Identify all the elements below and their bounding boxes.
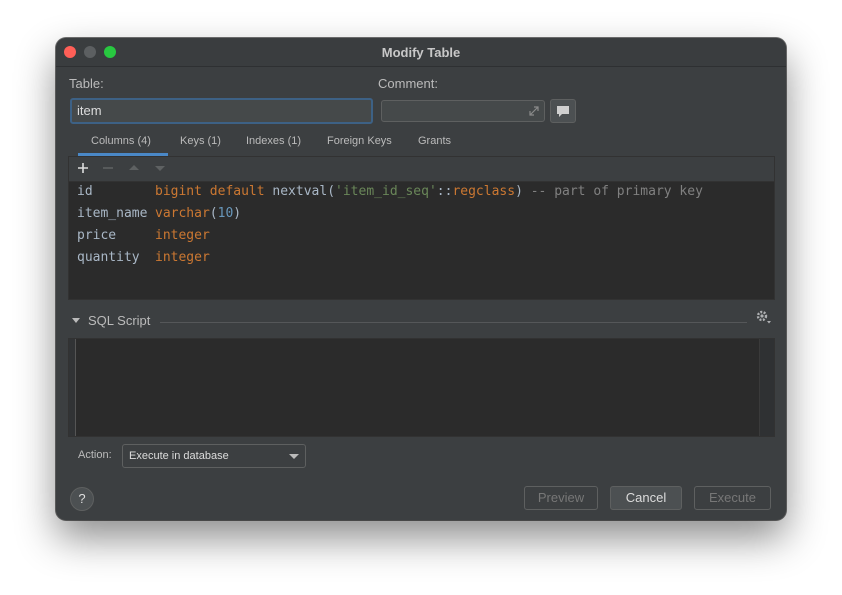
sql-script-section-header[interactable]: SQL Script bbox=[68, 309, 773, 331]
arrow-up-icon[interactable] bbox=[127, 159, 141, 182]
vertical-scrollbar[interactable] bbox=[759, 339, 774, 436]
column-type: bigint default bbox=[155, 184, 265, 199]
column-row[interactable]: item_name varchar(10) bbox=[77, 206, 241, 226]
modify-table-dialog: Modify Table Table: item Comment: Column… bbox=[56, 38, 786, 520]
cast-operator: :: bbox=[436, 184, 453, 199]
column-type: integer bbox=[155, 250, 210, 265]
tab-keys[interactable]: Keys (1) bbox=[180, 135, 221, 147]
column-name: quantity bbox=[77, 250, 140, 265]
column-row[interactable]: id bigint default nextval('item_id_seq'::… bbox=[77, 184, 703, 204]
title-bar[interactable]: Modify Table bbox=[56, 38, 786, 67]
execute-button[interactable]: Execute bbox=[694, 486, 771, 510]
dialog-title: Modify Table bbox=[381, 45, 461, 60]
action-label: Action: bbox=[78, 449, 112, 461]
section-divider bbox=[160, 322, 747, 323]
plus-icon[interactable] bbox=[76, 159, 90, 182]
column-name: item_name bbox=[77, 206, 148, 221]
column-comment: -- part of primary key bbox=[530, 184, 703, 199]
table-name-input[interactable]: item bbox=[70, 98, 373, 124]
column-name: id bbox=[77, 184, 93, 199]
gear-icon[interactable] bbox=[755, 309, 773, 329]
type-length: 10 bbox=[217, 206, 234, 221]
string-literal: 'item_id_seq' bbox=[335, 184, 437, 199]
cancel-button[interactable]: Cancel bbox=[610, 486, 682, 510]
function-name: nextval( bbox=[272, 184, 336, 199]
minus-icon[interactable] bbox=[101, 159, 115, 182]
tab-foreign-keys[interactable]: Foreign Keys bbox=[327, 135, 392, 147]
comment-label: Comment: bbox=[378, 76, 438, 91]
columns-panel: id bigint default nextval('item_id_seq'::… bbox=[68, 156, 775, 300]
comment-input[interactable] bbox=[381, 100, 545, 122]
column-name: price bbox=[77, 228, 117, 243]
cast-type: regclass bbox=[452, 184, 516, 199]
column-row[interactable]: price integer bbox=[77, 228, 210, 248]
columns-toolbar bbox=[69, 157, 774, 182]
action-select[interactable]: Execute in database bbox=[122, 444, 306, 468]
editor-gutter bbox=[69, 339, 76, 436]
chevron-down-icon bbox=[289, 454, 299, 459]
sql-script-editor[interactable] bbox=[68, 338, 775, 437]
close-paren: ) bbox=[515, 184, 523, 199]
tab-indexes[interactable]: Indexes (1) bbox=[246, 135, 301, 147]
column-type: varchar bbox=[155, 206, 210, 221]
tab-grants[interactable]: Grants bbox=[418, 135, 451, 147]
close-paren: ) bbox=[233, 206, 242, 221]
arrow-down-icon[interactable] bbox=[153, 159, 167, 182]
tab-columns[interactable]: Columns (4) bbox=[91, 135, 151, 147]
help-button[interactable]: ? bbox=[70, 487, 94, 511]
table-label: Table: bbox=[69, 76, 104, 91]
column-type: integer bbox=[155, 228, 210, 243]
expand-icon[interactable] bbox=[528, 104, 540, 122]
comment-dialog-button[interactable] bbox=[550, 99, 576, 123]
sql-script-label: SQL Script bbox=[88, 313, 151, 328]
preview-button[interactable]: Preview bbox=[524, 486, 598, 510]
action-selected-value: Execute in database bbox=[129, 450, 229, 462]
open-paren: ( bbox=[209, 206, 218, 221]
speech-bubble-icon bbox=[557, 106, 569, 117]
column-row[interactable]: quantity integer bbox=[77, 250, 210, 270]
collapse-triangle-icon[interactable] bbox=[72, 318, 80, 323]
